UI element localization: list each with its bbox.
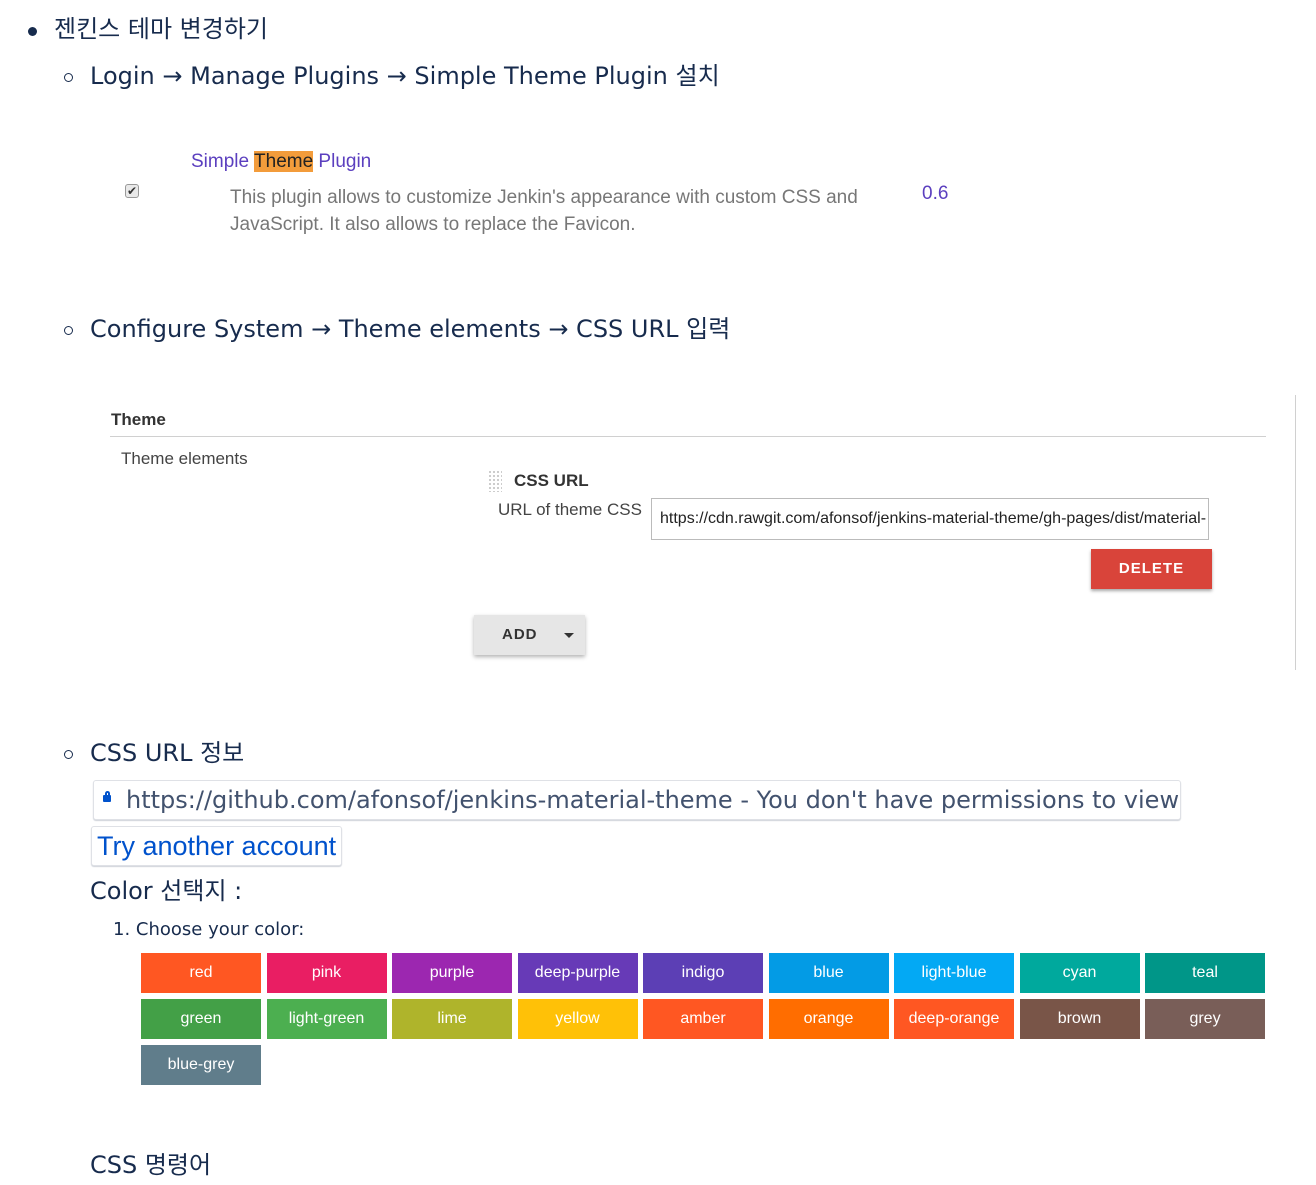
link-card-text: https://github.com/afonsof/jenkins-mater… xyxy=(126,786,1180,814)
color-swatch-blue-grey[interactable]: blue-grey xyxy=(141,1045,261,1085)
bullet-circle xyxy=(64,73,73,82)
color-swatch-indigo[interactable]: indigo xyxy=(643,953,763,993)
color-swatch-purple[interactable]: purple xyxy=(392,953,512,993)
bullet-disc xyxy=(28,27,37,36)
bullet-circle xyxy=(64,326,73,335)
color-swatch-light-green[interactable]: light-green xyxy=(266,999,387,1039)
plugin-name-highlight: Theme xyxy=(254,151,314,172)
add-button[interactable]: ADD xyxy=(474,615,585,655)
config-screenshot: Theme Theme elements CSS URL URL of them… xyxy=(110,395,1300,675)
chevron-down-icon xyxy=(564,633,574,638)
color-swatch-deep-purple[interactable]: deep-purple xyxy=(517,953,638,993)
color-swatch-grid: red pink purple deep-purple indigo blue light-… xyxy=(141,953,1267,1085)
color-swatch-green[interactable]: green xyxy=(141,999,261,1039)
theme-elements-label: Theme elements xyxy=(121,449,248,468)
color-swatch-red[interactable]: red xyxy=(141,953,261,993)
plugin-name[interactable]: Simple Theme Plugin xyxy=(191,151,371,173)
divider xyxy=(110,436,1266,437)
url-label: URL of theme CSS xyxy=(498,500,642,519)
step1-text: Login → Manage Plugins → Simple Theme Pl… xyxy=(90,62,720,90)
css-commands-heading: CSS 명령어 xyxy=(90,1151,212,1179)
color-swatch-yellow[interactable]: yellow xyxy=(517,999,638,1039)
color-swatch-grey[interactable]: grey xyxy=(1145,999,1265,1039)
try-another-account-label: Try another account xyxy=(97,831,337,861)
color-swatch-light-blue[interactable]: light-blue xyxy=(894,953,1014,993)
css-url-input[interactable]: https://cdn.rawgit.com/afonsof/jenkins-m… xyxy=(651,498,1209,540)
color-swatch-teal[interactable]: teal xyxy=(1145,953,1265,993)
step2-text: Configure System → Theme elements → CSS … xyxy=(90,315,731,343)
choose-color-item: 1. Choose your color: xyxy=(113,919,305,940)
plugin-version: 0.6 xyxy=(922,183,949,204)
drag-handle-icon[interactable] xyxy=(488,470,502,492)
plugin-checkbox[interactable]: ✔ xyxy=(125,184,139,198)
try-another-account-button[interactable]: Try another account xyxy=(91,826,342,866)
color-swatch-amber[interactable]: amber xyxy=(643,999,763,1039)
color-swatch-deep-orange[interactable]: deep-orange xyxy=(894,999,1014,1039)
lock-icon xyxy=(103,795,111,802)
color-swatch-orange[interactable]: orange xyxy=(768,999,889,1039)
color-heading: Color 선택지 : xyxy=(90,877,243,905)
delete-button[interactable]: DELETE xyxy=(1091,549,1212,589)
divider xyxy=(1295,395,1296,670)
plugin-name-end: Plugin xyxy=(313,151,372,172)
section-title: Theme xyxy=(111,410,166,429)
plugin-screenshot: ✔ Simple Theme Plugin This plugin allows… xyxy=(110,140,1010,250)
color-swatch-blue[interactable]: blue xyxy=(768,953,889,993)
main-bullet-text: 젠킨스 테마 변경하기 xyxy=(54,15,268,43)
step3-text: CSS URL 정보 xyxy=(90,739,245,767)
add-button-label: ADD xyxy=(502,626,538,643)
bullet-circle xyxy=(64,750,73,759)
plugin-description: This plugin allows to customize Jenkin's… xyxy=(230,187,858,235)
color-swatch-cyan[interactable]: cyan xyxy=(1019,953,1140,993)
link-card[interactable]: https://github.com/afonsof/jenkins-mater… xyxy=(93,780,1181,820)
color-swatch-brown[interactable]: brown xyxy=(1019,999,1140,1039)
css-url-title: CSS URL xyxy=(514,471,589,490)
plugin-name-start: Simple xyxy=(191,151,255,172)
color-swatch-lime[interactable]: lime xyxy=(392,999,512,1039)
color-swatch-pink[interactable]: pink xyxy=(266,953,387,993)
